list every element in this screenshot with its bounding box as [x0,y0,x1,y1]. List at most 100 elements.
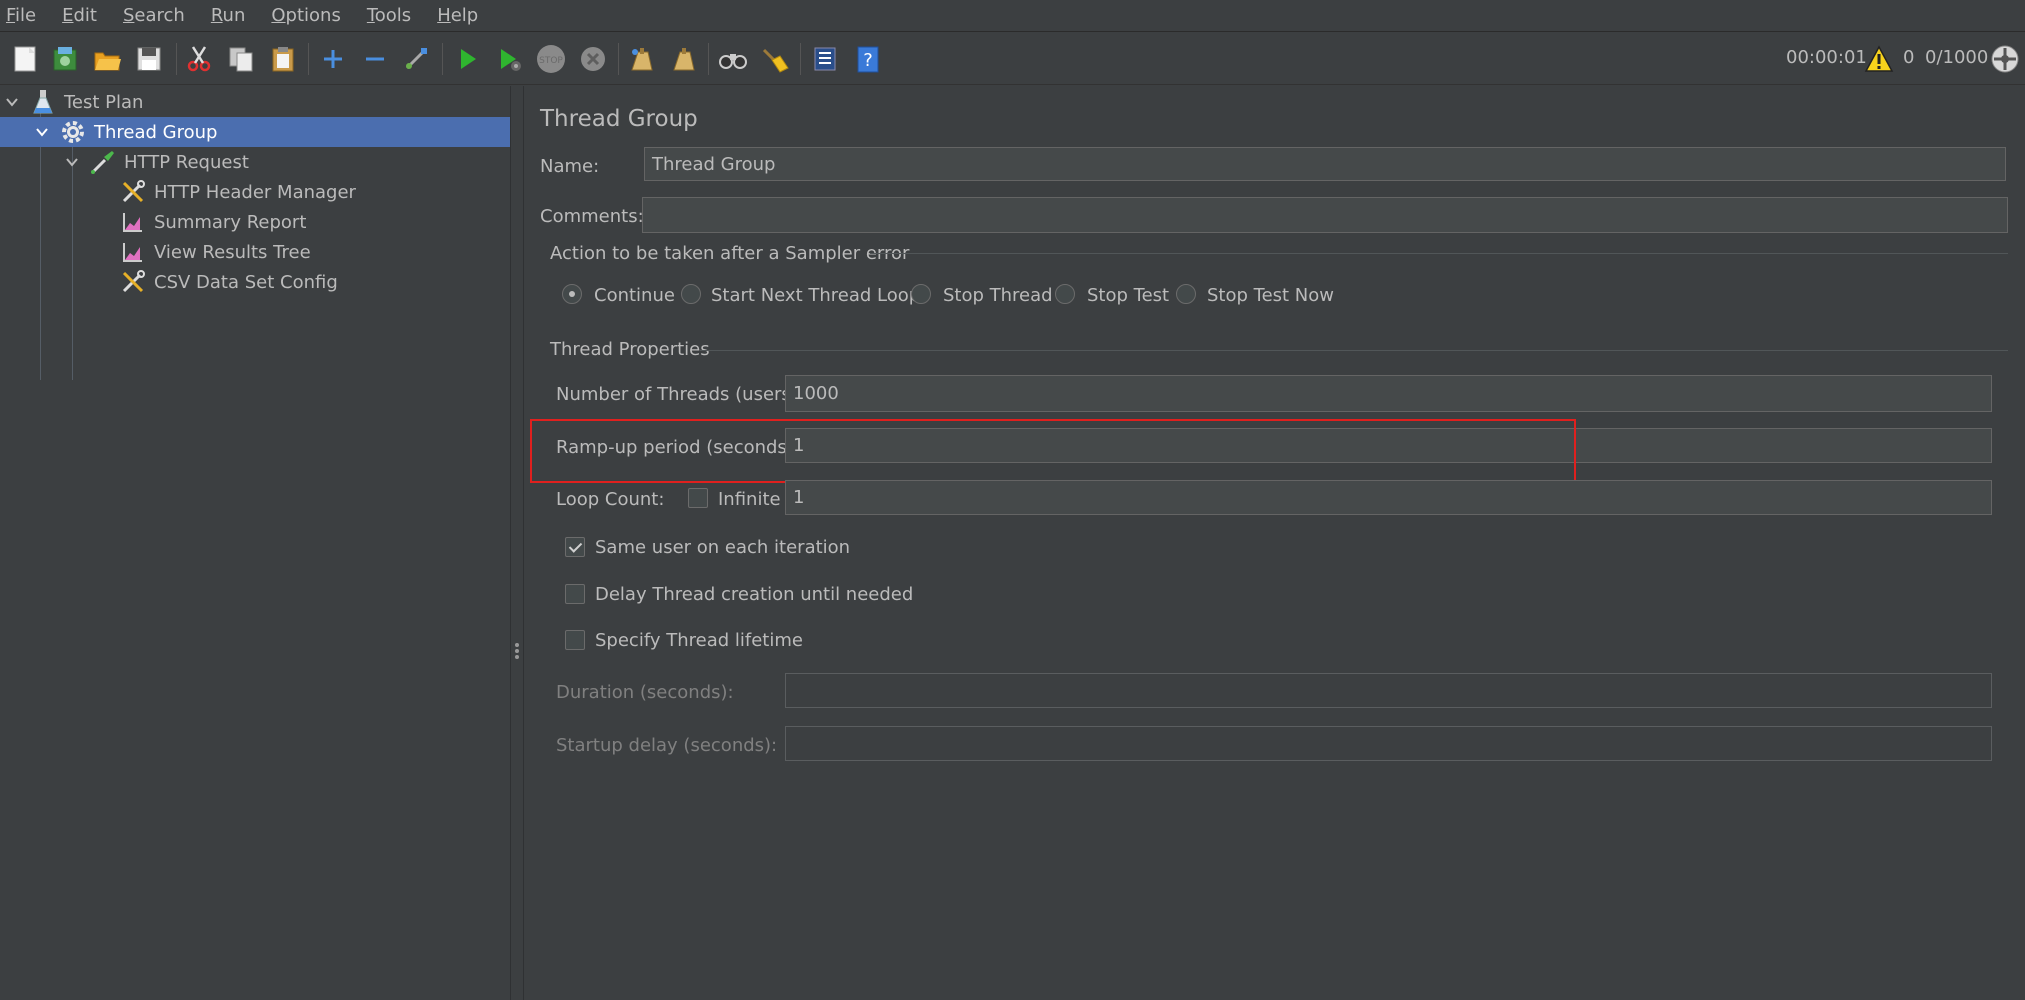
pane-splitter[interactable] [510,86,524,1000]
tree-item-label: Test Plan [64,91,144,113]
tree-item-label: HTTP Request [124,151,249,173]
menu-bar: File Edit Search Run Options Tools Help [0,0,2025,32]
elapsed-time: 00:00:01 [1786,47,1867,68]
svg-text:?: ? [863,50,873,71]
svg-text:STOP: STOP [539,56,563,66]
toolbar-separator [442,43,443,75]
delay-thread-checkbox[interactable] [565,584,585,604]
threads-input[interactable]: 1000 [785,375,1992,412]
function-helper-icon[interactable] [808,42,842,76]
running-indicator-icon [1988,42,2022,76]
stop-icon[interactable]: STOP [534,42,568,76]
tools-icon [120,269,146,295]
warning-count: 0 [1903,47,1915,68]
cut-icon[interactable] [182,42,216,76]
name-input[interactable]: Thread Group [644,147,2006,181]
toolbar-separator [800,43,801,75]
radio-start-next-thread-loop-label[interactable]: Start Next Thread Loop [711,285,920,306]
start-no-pauses-icon[interactable] [492,42,526,76]
radio-stop-test-now[interactable] [1176,284,1196,304]
threads-label: Number of Threads (users): [556,384,804,405]
tree-item-thread-group[interactable]: Thread Group [0,117,510,147]
clear-all-icon[interactable] [666,42,700,76]
menu-file[interactable]: File [6,5,36,26]
toggle-icon[interactable] [400,42,434,76]
chevron-down-icon[interactable] [3,93,21,111]
chevron-down-icon[interactable] [33,123,51,141]
sampler-error-legend: Action to be taken after a Sampler error [550,243,910,264]
paste-icon[interactable] [266,42,300,76]
delay-thread-label[interactable]: Delay Thread creation until needed [595,584,913,605]
radio-stop-test-now-label[interactable]: Stop Test Now [1207,285,1334,306]
duration-label: Duration (seconds): [556,682,734,703]
clear-icon[interactable] [624,42,658,76]
reset-search-icon[interactable] [758,42,792,76]
toolbar-separator [618,43,619,75]
tree-item-test-plan[interactable]: Test Plan [0,87,510,117]
panel-title: Thread Group [540,106,698,132]
menu-help[interactable]: Help [437,5,478,26]
chevron-down-icon[interactable] [63,153,81,171]
tree-item-view-results-tree[interactable]: View Results Tree [0,237,510,267]
loop-count-input[interactable]: 1 [785,480,1992,515]
open-icon[interactable] [90,42,124,76]
same-user-checkbox[interactable] [565,537,585,557]
radio-start-next-thread-loop[interactable] [681,284,701,304]
splitter-grip-icon[interactable] [515,641,521,661]
thread-lifetime-label[interactable]: Specify Thread lifetime [595,630,803,651]
same-user-label[interactable]: Same user on each iteration [595,537,850,558]
comments-label: Comments: [540,206,644,227]
new-icon[interactable] [8,42,42,76]
copy-icon[interactable] [224,42,258,76]
collapse-all-icon[interactable] [358,42,392,76]
expand-all-icon[interactable] [316,42,350,76]
radio-continue[interactable] [562,284,582,304]
help-icon[interactable]: ? [850,42,884,76]
tree-item-label: HTTP Header Manager [154,181,356,203]
tree-item-label: CSV Data Set Config [154,271,338,293]
test-plan-tree: Test Plan Thread Group HTTP Request HTTP… [0,86,510,1000]
startup-delay-input[interactable] [785,726,1992,761]
startup-delay-label: Startup delay (seconds): [556,735,778,756]
tree-item-label: View Results Tree [154,241,311,263]
radio-stop-test-label[interactable]: Stop Test [1087,285,1169,306]
radio-continue-label[interactable]: Continue [594,285,675,306]
tools-icon [120,179,146,205]
shutdown-icon[interactable] [576,42,610,76]
tree-item-csv-data-set-config[interactable]: CSV Data Set Config [0,267,510,297]
tree-item-label: Summary Report [154,211,307,233]
templates-icon[interactable] [48,42,82,76]
radio-stop-test[interactable] [1055,284,1075,304]
menu-edit[interactable]: Edit [62,5,97,26]
thread-lifetime-checkbox[interactable] [565,630,585,650]
search-binoculars-icon[interactable] [716,42,750,76]
toolbar-separator [308,43,309,75]
pipette-icon [90,149,116,175]
section-divider [700,350,2008,351]
menu-options[interactable]: Options [271,5,340,26]
menu-search[interactable]: Search [123,5,185,26]
tree-item-http-header-manager[interactable]: HTTP Header Manager [0,177,510,207]
loop-count-label: Loop Count: [556,489,665,510]
toolbar: STOP ? 00:00:01 0 0/1000 [0,33,2025,85]
radio-stop-thread-label[interactable]: Stop Thread [943,285,1053,306]
start-icon[interactable] [450,42,484,76]
thread-group-panel: Thread Group Name: Thread Group Comments… [525,86,2025,1000]
active-threads: 0/1000 [1925,47,1989,68]
infinite-label[interactable]: Infinite [718,489,781,510]
thread-properties-legend: Thread Properties [550,339,710,360]
menu-run[interactable]: Run [211,5,246,26]
menu-tools[interactable]: Tools [367,5,411,26]
infinite-checkbox[interactable] [688,488,708,508]
tree-item-label: Thread Group [94,121,218,143]
radio-stop-thread[interactable] [911,284,931,304]
tree-item-summary-report[interactable]: Summary Report [0,207,510,237]
test-plan-flask-icon [30,89,56,115]
tree-item-http-request[interactable]: HTTP Request [0,147,510,177]
save-icon[interactable] [132,42,166,76]
comments-input[interactable] [642,197,2008,233]
warning-icon[interactable] [1862,42,1896,76]
section-divider [870,253,2008,254]
graph-icon [120,239,146,265]
duration-input[interactable] [785,673,1992,708]
